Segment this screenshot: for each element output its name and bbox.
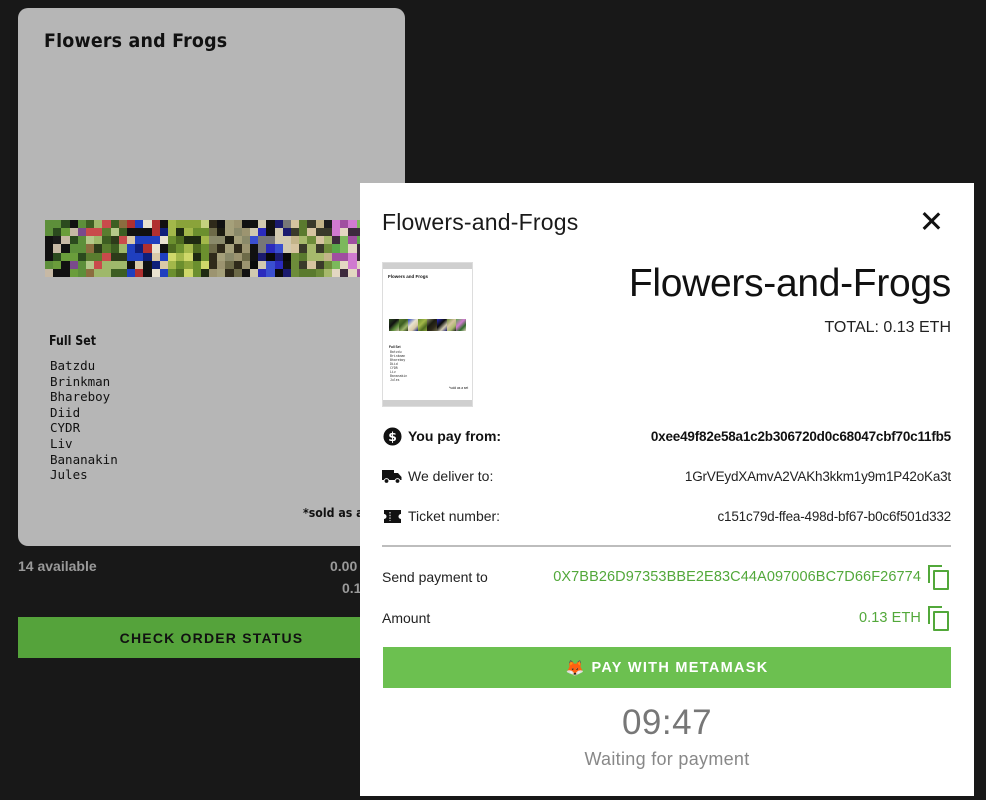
amount-value: 0.13 ETH bbox=[858, 610, 921, 626]
artwork-tile bbox=[127, 220, 168, 277]
thumbnail-artwork-tile bbox=[436, 319, 447, 331]
product-name: Flowers-and-Frogs bbox=[628, 262, 951, 305]
availability-count: 14 available bbox=[18, 558, 97, 574]
artist-list: Batzdu Brinkman Bhareboy Diid CYDR Liv B… bbox=[50, 358, 118, 483]
thumbnail-artwork-tile bbox=[417, 319, 428, 331]
thumbnail-subhead: Full Set bbox=[389, 345, 401, 349]
ticket-label: Ticket number: bbox=[408, 508, 501, 524]
card-note: *sold as a bbox=[303, 505, 364, 520]
artist-item: Bhareboy bbox=[50, 389, 111, 405]
order-total: TOTAL: 0.13 ETH bbox=[824, 319, 951, 336]
deliver-to-label: We deliver to: bbox=[408, 468, 494, 484]
amount-row: Amount 0.13 ETH bbox=[382, 603, 951, 633]
thumbnail-note: *sold as a set bbox=[449, 386, 469, 390]
ticket-row: Ticket number: c151c79d-ffea-498d-bf67-b… bbox=[382, 504, 951, 528]
artist-item: CYDR bbox=[50, 420, 81, 436]
artist-item: Liv bbox=[50, 435, 73, 451]
artist-item: Diid bbox=[50, 404, 81, 420]
thumbnail-artwork-tile bbox=[456, 319, 466, 331]
artwork-tile bbox=[86, 220, 127, 277]
thumbnail-artwork-tile bbox=[408, 319, 418, 331]
copy-address-icon[interactable] bbox=[927, 564, 951, 590]
metamask-button-label: PAY WITH METAMASK bbox=[591, 659, 769, 676]
check-order-status-button[interactable]: CHECK ORDER STATUS bbox=[18, 617, 405, 658]
thumbnail-artist-list: Batzdu Brinkman Bhareboy Diid CYDR Liv B… bbox=[390, 350, 407, 382]
thumbnail-artist-item: Jules bbox=[390, 378, 400, 382]
artwork-tile bbox=[250, 220, 291, 277]
pay-from-row: $ You pay from: 0xee49f82e58a1c2b306720d… bbox=[382, 424, 951, 448]
pay-from-label: You pay from: bbox=[408, 428, 502, 444]
amount-label: Amount bbox=[382, 610, 431, 626]
thumbnail-artwork-tile bbox=[427, 319, 437, 331]
close-icon[interactable] bbox=[918, 208, 944, 234]
product-thumbnail: Flowers and Frogs Full Set Batzdu Brinkm… bbox=[382, 262, 473, 407]
payment-timer: 09:47 bbox=[621, 703, 713, 742]
payment-address: 0X7BB26D97353BBE2E83C44A097006BC7D66F267… bbox=[553, 569, 921, 585]
artist-item: Brinkman bbox=[50, 373, 111, 389]
modal-title: Flowers-and-Frogs bbox=[382, 209, 579, 235]
artwork-tile bbox=[45, 220, 86, 277]
section-divider bbox=[382, 545, 951, 547]
artist-item: Bananakin bbox=[50, 451, 118, 467]
thumbnail-artwork-tile bbox=[389, 319, 399, 331]
thumbnail-pixel-strip bbox=[389, 319, 466, 331]
truck-icon bbox=[382, 466, 402, 486]
send-payment-row: Send payment to 0X7BB26D97353BBE2E83C44A… bbox=[382, 562, 951, 592]
deliver-to-address: 1GrVEydXAmvA2VAKh3kkm1y9m1P42oKa3t bbox=[684, 468, 951, 484]
dollar-coin-icon: $ bbox=[382, 426, 402, 446]
thumbnail-bottom-bar bbox=[383, 400, 472, 406]
price-line: 0.00 bbox=[330, 558, 358, 574]
artwork-tile bbox=[209, 220, 250, 277]
deliver-to-row: We deliver to: 1GrVEydXAmvA2VAKh3kkm1y9m… bbox=[382, 464, 951, 488]
ticket-number: c151c79d-ffea-498d-bf67-b0c6f501d332 bbox=[717, 508, 952, 524]
artwork-pixel-strip bbox=[45, 220, 373, 277]
thumbnail-title: Flowers and Frogs bbox=[388, 274, 429, 279]
thumbnail-artwork-tile bbox=[398, 319, 409, 331]
artist-item: Jules bbox=[50, 467, 88, 483]
payment-status: Waiting for payment bbox=[584, 749, 750, 769]
artwork-tile bbox=[168, 220, 209, 277]
metamask-fox-icon: 🦊 bbox=[565, 659, 586, 677]
price-line: 0.1 bbox=[342, 580, 362, 596]
thumbnail-artwork-tile bbox=[446, 319, 457, 331]
copy-amount-icon[interactable] bbox=[927, 605, 951, 631]
send-payment-label: Send payment to bbox=[382, 569, 488, 585]
artwork-tile bbox=[291, 220, 332, 277]
card-subhead: Full Set bbox=[49, 334, 97, 349]
pay-with-metamask-button[interactable]: 🦊 PAY WITH METAMASK bbox=[383, 647, 951, 688]
thumbnail-top-bar bbox=[383, 263, 472, 269]
product-card[interactable]: Flowers and Frogs Full Set Batzdu Brinkm… bbox=[18, 8, 405, 546]
ticket-icon bbox=[382, 506, 402, 526]
svg-text:$: $ bbox=[388, 429, 397, 443]
artist-item: Batzdu bbox=[50, 358, 96, 373]
payment-modal: Flowers-and-Frogs Flowers and Frogs Full… bbox=[360, 183, 974, 796]
card-title: Flowers and Frogs bbox=[44, 30, 228, 52]
pay-from-address: 0xee49f82e58a1c2b306720d0c68047cbf70c11f… bbox=[650, 428, 951, 444]
